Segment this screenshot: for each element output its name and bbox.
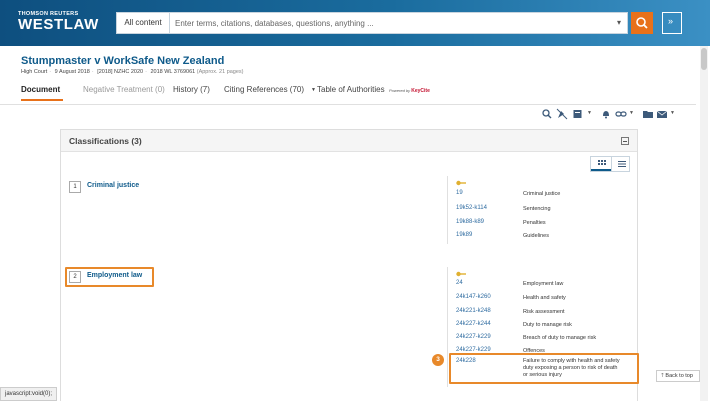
tab-history[interactable]: History (7) [173,85,210,94]
view-toggle [590,156,630,172]
header-divider [0,104,696,105]
column-divider [447,267,448,387]
key-number-label: Breach of duty to manage risk [523,335,597,341]
keycite-powered-by: Powered by [389,88,411,93]
key-number-label: Failure to comply with health and safety [523,358,620,364]
key-icon [456,271,466,277]
key-number-label: duty exposing a person to risk of death [523,365,618,371]
link-icon[interactable] [615,108,627,120]
classification-employment-law[interactable]: Employment law [87,272,142,279]
chevron-down-icon[interactable]: ▼ [629,110,634,116]
tab-negative-treatment[interactable]: Negative Treatment (0) [83,85,165,94]
collapse-icon[interactable] [621,137,629,145]
key-number-label: Penalties [523,220,546,226]
key-number-label: Health and safety [523,295,566,301]
search-scope-button[interactable]: All content [117,13,170,33]
grid-view-icon[interactable] [591,157,611,171]
chevron-down-icon[interactable]: ▾ [617,18,621,27]
email-icon[interactable] [656,108,668,120]
keycite-name: KeyCite [411,88,430,94]
key-number-link[interactable]: 24k227-k229 [456,334,491,340]
key-number-link[interactable]: 24k228 [456,358,476,364]
search-button[interactable] [631,12,653,34]
key-number-link[interactable]: 19k89 [456,232,472,238]
key-icon [456,180,466,186]
key-number-link[interactable]: 24k221-k248 [456,308,491,314]
highlight-off-icon[interactable] [556,108,568,120]
folder-icon[interactable] [642,108,654,120]
annotate-icon[interactable] [572,108,584,120]
decision-date: 9 August 2018 [54,69,90,75]
tab-citing-references[interactable]: Citing References (70) [224,85,304,94]
bell-icon[interactable] [600,108,612,120]
wl-citation: 2018 WL 3769061 [150,69,196,75]
key-number-label: Employment law [523,281,564,287]
column-divider [447,176,448,244]
app-header: THOMSON REUTERS WESTLAW All content ▾ » [0,0,710,46]
search-icon [636,17,648,29]
classification-number: 1 [69,181,81,193]
scroll-thumb[interactable] [701,48,707,70]
chevron-down-icon[interactable]: ▼ [311,87,316,93]
keycite-logo: Powered by KeyCite [389,88,430,94]
document-title: Stumpmaster v WorkSafe New Zealand [21,55,225,67]
court: High Court [21,69,48,75]
westlaw-logo[interactable]: THOMSON REUTERS WESTLAW [18,11,99,32]
key-number-link[interactable]: 19 [456,190,463,196]
key-number-link[interactable]: 19k52-k114 [456,205,487,211]
key-number-label: Sentencing [523,206,551,212]
document-meta: High Court · 9 August 2018 · [2018] NZHC 2… [21,69,244,75]
page-count: (Approx. 21 pages) [196,69,244,75]
chevron-down-icon[interactable]: ▼ [587,110,592,116]
tab-table-of-authorities[interactable]: Table of Authorities [317,85,385,94]
citation: [2018] NZHC 2020 [97,69,144,75]
chevron-down-icon[interactable]: ▼ [670,110,675,116]
back-to-top-button[interactable]: 🡑 Back to top [656,370,700,382]
step-badge: 3 [432,354,444,366]
key-number-link[interactable]: 24 [456,280,463,286]
key-number-label: Duty to manage risk [523,322,572,328]
key-number-label: Risk assessment [523,309,565,315]
classification-number: 2 [69,271,81,283]
expand-header-button[interactable]: » [662,12,682,34]
key-number-link[interactable]: 24k147-k260 [456,294,491,300]
search-bar: All content ▾ [116,12,628,34]
classification-criminal-justice[interactable]: Criminal justice [87,182,139,189]
key-number-link[interactable]: 24k227-k244 [456,321,491,327]
panel-header: Classifications (3) [61,130,637,152]
scrollbar[interactable] [700,46,708,401]
classifications-panel: Classifications (3) 1 Criminal justice 1… [60,129,639,401]
back-to-top-label: Back to top [665,373,693,379]
double-chevron-down-icon: » [668,16,674,26]
arrow-up-icon: 🡑 [661,373,664,379]
search-icon[interactable] [541,108,553,120]
active-tab-indicator [21,99,63,101]
brand-name: WESTLAW [18,16,99,33]
key-number-label: Criminal justice [523,191,561,197]
key-number-label: or serious injury [523,372,562,378]
search-input[interactable] [175,13,605,33]
key-number-label: Guidelines [523,233,549,239]
status-bar: javascript:void(0); [0,387,58,401]
tab-document[interactable]: Document [21,85,60,94]
panel-title: Classifications (3) [69,136,142,146]
list-view-icon[interactable] [611,157,631,171]
key-number-link[interactable]: 19k88-k89 [456,219,484,225]
